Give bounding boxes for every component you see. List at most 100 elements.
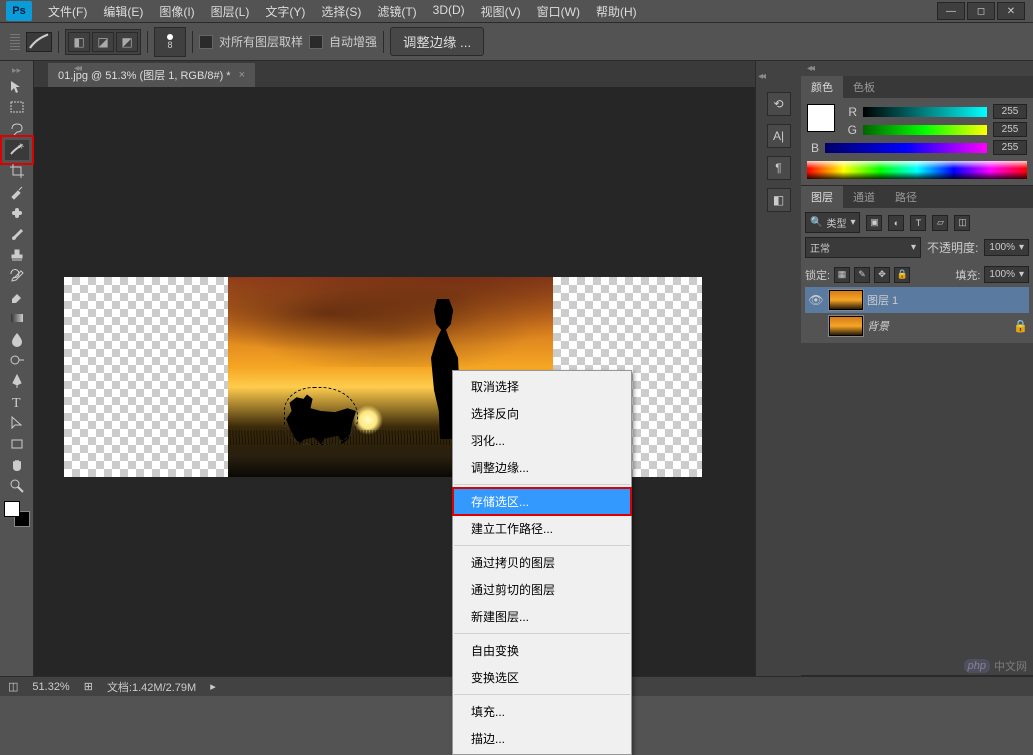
zoom-value[interactable]: 51.32% xyxy=(32,681,69,693)
marquee-tool[interactable] xyxy=(5,98,29,118)
layer-thumbnail[interactable] xyxy=(829,316,863,336)
quick-selection-tool[interactable] xyxy=(5,140,29,160)
menu-select[interactable]: 选择(S) xyxy=(313,0,369,24)
canvas-viewport[interactable] xyxy=(34,87,755,676)
menu-type[interactable]: 文字(Y) xyxy=(257,0,313,24)
lock-position-icon[interactable]: ✥ xyxy=(874,267,890,283)
menu-filter[interactable]: 滤镜(T) xyxy=(369,0,424,24)
refine-edge-button[interactable]: 调整边缘 ... xyxy=(390,27,484,56)
properties-panel-icon[interactable]: ◧ xyxy=(767,188,791,212)
tool-preset[interactable] xyxy=(26,32,52,52)
filter-smart-icon[interactable]: ◫ xyxy=(954,215,970,231)
color-swatch[interactable] xyxy=(807,104,835,132)
color-spectrum[interactable] xyxy=(807,161,1027,179)
dock-collapse-icon[interactable]: ◂◂ xyxy=(756,69,766,84)
filter-shape-icon[interactable]: ▱ xyxy=(932,215,948,231)
layer-filter-dropdown[interactable]: 🔍 类型 ▾ xyxy=(805,212,860,233)
cm-feather[interactable]: 羽化... xyxy=(453,427,631,454)
filter-adjust-icon[interactable]: ◐ xyxy=(888,215,904,231)
lock-all-icon[interactable]: 🔒 xyxy=(894,267,910,283)
brush-size-picker[interactable]: 8 xyxy=(154,27,186,57)
eraser-tool[interactable] xyxy=(5,287,29,307)
subtract-selection-icon[interactable]: ◩ xyxy=(116,32,138,52)
brush-tool[interactable] xyxy=(5,224,29,244)
blend-mode-dropdown[interactable]: 正常 ▾ xyxy=(805,237,921,258)
g-value[interactable]: 255 xyxy=(993,122,1027,137)
menu-help[interactable]: 帮助(H) xyxy=(588,0,645,24)
toolbox-expand[interactable]: ▸▸ xyxy=(12,65,21,76)
menu-image[interactable]: 图像(I) xyxy=(151,0,202,24)
add-selection-icon[interactable]: ◪ xyxy=(92,32,114,52)
b-slider[interactable] xyxy=(825,143,987,153)
cm-deselect[interactable]: 取消选择 xyxy=(453,373,631,400)
cm-refine[interactable]: 调整边缘... xyxy=(453,454,631,481)
cm-fill[interactable]: 填充... xyxy=(453,698,631,725)
lock-pixels-icon[interactable]: ✎ xyxy=(854,267,870,283)
options-grip[interactable] xyxy=(10,34,20,50)
history-panel-icon[interactable]: ⟲ xyxy=(767,92,791,116)
auto-enhance-checkbox[interactable] xyxy=(309,35,323,49)
gradient-tool[interactable] xyxy=(5,308,29,328)
maximize-button[interactable]: ◻ xyxy=(967,2,995,20)
shape-tool[interactable] xyxy=(5,434,29,454)
visibility-icon[interactable]: 👁 xyxy=(807,293,825,307)
g-slider[interactable] xyxy=(863,125,987,135)
menu-layer[interactable]: 图层(L) xyxy=(203,0,258,24)
lasso-tool[interactable] xyxy=(5,119,29,139)
minimize-button[interactable]: — xyxy=(937,2,965,20)
paths-tab[interactable]: 路径 xyxy=(885,186,927,208)
channels-tab[interactable]: 通道 xyxy=(843,186,885,208)
foreground-color[interactable] xyxy=(4,501,20,517)
cm-layer-cut[interactable]: 通过剪切的图层 xyxy=(453,576,631,603)
panels-collapse-icon[interactable]: ◂◂ xyxy=(801,61,819,76)
path-selection-tool[interactable] xyxy=(5,413,29,433)
opacity-value[interactable]: 100% ▾ xyxy=(984,239,1029,256)
close-tab-icon[interactable]: × xyxy=(239,69,245,81)
b-value[interactable]: 255 xyxy=(993,140,1027,155)
stamp-tool[interactable] xyxy=(5,245,29,265)
close-button[interactable]: ✕ xyxy=(997,2,1025,20)
cm-transform-sel[interactable]: 变换选区 xyxy=(453,664,631,691)
type-tool[interactable]: T xyxy=(5,392,29,412)
history-brush-tool[interactable] xyxy=(5,266,29,286)
layer-row-bg[interactable]: 背景 🔒 xyxy=(805,313,1029,339)
menu-view[interactable]: 视图(V) xyxy=(473,0,529,24)
cm-make-path[interactable]: 建立工作路径... xyxy=(453,515,631,542)
crop-tool[interactable] xyxy=(5,161,29,181)
menu-edit[interactable]: 编辑(E) xyxy=(95,0,151,24)
cm-free-transform[interactable]: 自由变换 xyxy=(453,637,631,664)
move-tool[interactable] xyxy=(5,77,29,97)
blur-tool[interactable] xyxy=(5,329,29,349)
character-panel-icon[interactable]: A| xyxy=(767,124,791,148)
sample-all-checkbox[interactable] xyxy=(199,35,213,49)
layer-thumbnail[interactable] xyxy=(829,290,863,310)
eyedropper-tool[interactable] xyxy=(5,182,29,202)
pen-tool[interactable] xyxy=(5,371,29,391)
healing-tool[interactable] xyxy=(5,203,29,223)
color-tab[interactable]: 颜色 xyxy=(801,76,843,98)
cm-inverse[interactable]: 选择反向 xyxy=(453,400,631,427)
hand-tool[interactable] xyxy=(5,455,29,475)
cm-stroke[interactable]: 描边... xyxy=(453,725,631,752)
filter-image-icon[interactable]: ▣ xyxy=(866,215,882,231)
paragraph-panel-icon[interactable]: ¶ xyxy=(767,156,791,180)
layer-row-1[interactable]: 👁 图层 1 xyxy=(805,287,1029,313)
cm-new-layer[interactable]: 新建图层... xyxy=(453,603,631,630)
menu-3d[interactable]: 3D(D) xyxy=(425,0,473,24)
menu-window[interactable]: 窗口(W) xyxy=(529,0,588,24)
layer-name[interactable]: 图层 1 xyxy=(867,292,1027,308)
fill-value[interactable]: 100% ▾ xyxy=(984,266,1029,283)
swatches-tab[interactable]: 色板 xyxy=(843,76,885,98)
dodge-tool[interactable] xyxy=(5,350,29,370)
layer-name[interactable]: 背景 xyxy=(867,318,1009,334)
tab-collapse-icon[interactable]: ◂◂ xyxy=(72,61,82,76)
r-slider[interactable] xyxy=(863,107,987,117)
filter-type-icon[interactable]: T xyxy=(910,215,926,231)
lock-transparency-icon[interactable]: ▦ xyxy=(834,267,850,283)
r-value[interactable]: 255 xyxy=(993,104,1027,119)
cm-layer-copy[interactable]: 通过拷贝的图层 xyxy=(453,549,631,576)
zoom-tool[interactable] xyxy=(5,476,29,496)
new-selection-icon[interactable]: ◧ xyxy=(68,32,90,52)
status-arrow-icon[interactable]: ▸ xyxy=(210,680,216,693)
layers-tab[interactable]: 图层 xyxy=(801,186,843,208)
